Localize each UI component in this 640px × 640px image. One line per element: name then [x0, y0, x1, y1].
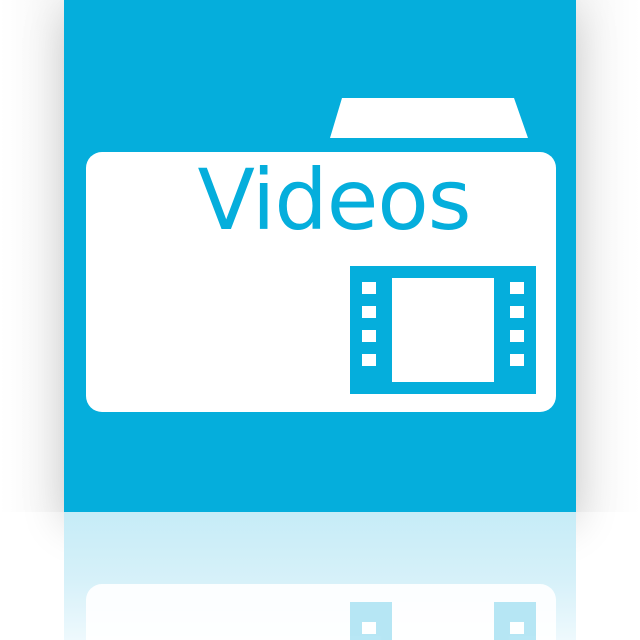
folder-icon [86, 98, 556, 412]
tile-shadow-left [0, 0, 64, 512]
film-icon [350, 266, 536, 394]
videos-folder-tile[interactable]: Videos [64, 0, 576, 512]
tile-reflection [64, 512, 576, 640]
videos-folder-icon-canvas: Videos [0, 0, 640, 640]
tile-shadow-right [576, 0, 640, 512]
film-reflection-icon [350, 602, 536, 640]
folder-reflection-icon [86, 584, 556, 640]
folder-tab [330, 98, 528, 138]
folder-label: Videos [197, 151, 471, 249]
